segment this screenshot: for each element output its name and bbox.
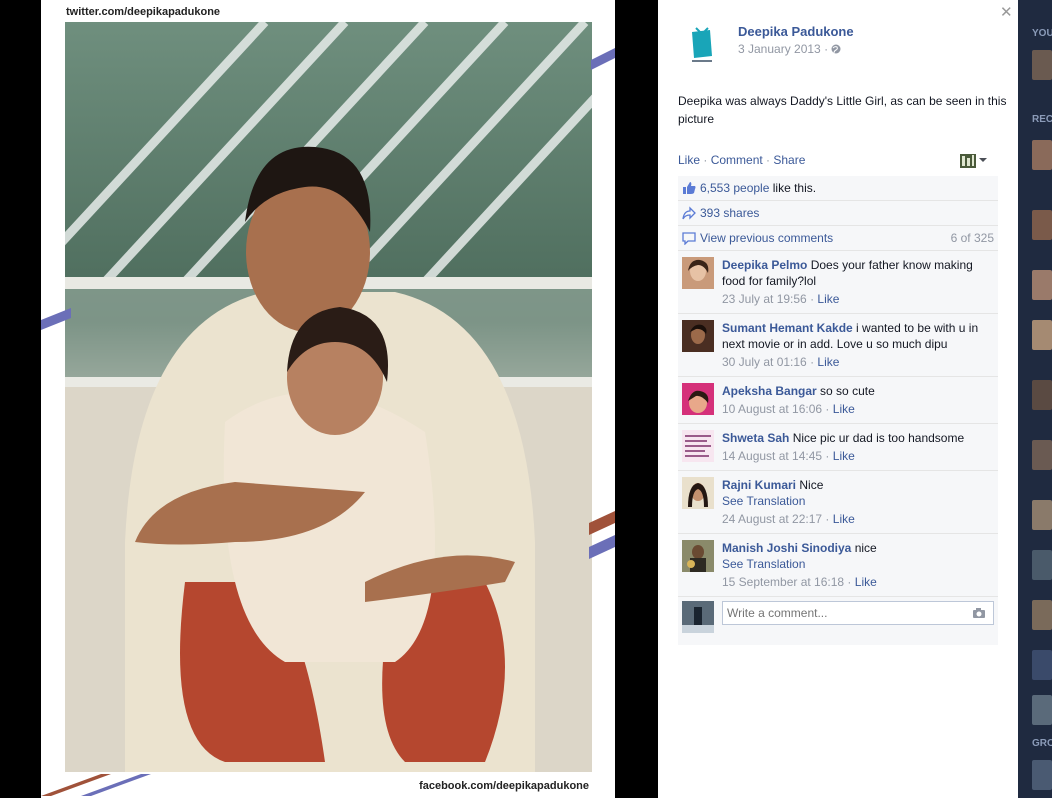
comment-like-link[interactable]: Like — [833, 402, 855, 416]
see-translation-link[interactable]: See Translation — [722, 494, 805, 508]
comment-button[interactable]: Comment — [711, 153, 763, 167]
likes-count-link[interactable]: 6,553 people — [700, 181, 769, 195]
comment-time[interactable]: 23 July at 19:56 — [722, 292, 807, 306]
post-photo[interactable] — [65, 22, 592, 772]
post-date[interactable]: 3 January 2013 — [738, 42, 821, 56]
close-icon[interactable]: ✕ — [1000, 3, 1013, 21]
rail-thumbnail[interactable] — [1032, 695, 1052, 725]
shares-row: 393 shares — [678, 201, 998, 226]
comment-text: nice — [854, 541, 877, 555]
rail-thumbnail[interactable] — [1032, 320, 1052, 350]
rail-thumbnail[interactable] — [1032, 50, 1052, 80]
write-comment-row — [678, 597, 998, 645]
comment-item: Rajni Kumari Nice See Translation 24 Aug… — [678, 471, 998, 534]
comment-avatar[interactable] — [682, 383, 714, 415]
view-previous-comments-link[interactable]: View previous comments — [700, 231, 833, 245]
comment-text: Nice — [799, 478, 824, 492]
comment-item: Deepika Pelmo Does your father know maki… — [678, 251, 998, 314]
comment-avatar[interactable] — [682, 540, 714, 572]
post-detail-panel: ✕ Deepika Padukone 3 January 2013 · Deep… — [658, 0, 1018, 798]
globe-icon[interactable] — [831, 44, 841, 54]
comment-like-link[interactable]: Like — [817, 292, 839, 306]
photo-frame: twitter.com/deepikapadukone facebook.com… — [41, 0, 615, 798]
right-sidebar-peek: YOU REC GRO — [1018, 0, 1052, 798]
post-message: Deepika was always Daddy's Little Girl, … — [678, 94, 1007, 126]
rail-thumbnail[interactable] — [1032, 650, 1052, 680]
comment-like-link[interactable]: Like — [855, 575, 877, 589]
comment-item: Shweta Sah Nice pic ur dad is too handso… — [678, 424, 998, 471]
decorative-stripe-right-bottom — [589, 511, 615, 559]
decorative-stripe-left — [41, 308, 71, 330]
comment-avatar[interactable] — [682, 257, 714, 289]
share-arrow-icon — [682, 206, 696, 220]
camera-icon[interactable] — [972, 607, 986, 619]
post-actions: Like · Comment · Share — [678, 153, 805, 167]
decorative-stripe-right-top — [591, 48, 615, 70]
page-name-link[interactable]: Deepika Padukone — [738, 24, 854, 39]
date-separator: · — [824, 42, 829, 56]
like-button[interactable]: Like — [678, 153, 700, 167]
comment-time[interactable]: 14 August at 14:45 — [722, 449, 822, 463]
see-translation-link[interactable]: See Translation — [722, 557, 805, 571]
comment-author[interactable]: Sumant Hemant Kakde — [722, 321, 853, 335]
likes-row: 6,553 people like this. — [678, 176, 998, 201]
like-thumb-icon — [683, 182, 696, 194]
decorative-stripe-bottom-left — [41, 774, 151, 796]
audience-selector-icon[interactable] — [958, 152, 988, 168]
post-timestamp[interactable]: 3 January 2013 · — [738, 42, 841, 56]
ufi-container: 6,553 people like this. 393 shares View … — [678, 176, 998, 645]
comment-avatar[interactable] — [682, 430, 714, 462]
comment-author[interactable]: Apeksha Bangar — [722, 384, 817, 398]
rail-thumbnail[interactable] — [1032, 270, 1052, 300]
rail-label-rec: REC — [1032, 114, 1052, 125]
comment-author[interactable]: Deepika Pelmo — [722, 258, 807, 272]
photo-stage: twitter.com/deepikapadukone facebook.com… — [0, 0, 658, 798]
watermark-twitter: twitter.com/deepikapadukone — [66, 6, 221, 18]
comment-text: Nice pic ur dad is too handsome — [792, 431, 965, 445]
comments-pager: 6 of 325 — [950, 231, 994, 245]
view-previous-row: View previous comments 6 of 325 — [678, 226, 998, 251]
rail-thumbnail[interactable] — [1032, 550, 1052, 580]
comment-author[interactable]: Shweta Sah — [722, 431, 789, 445]
comment-author[interactable]: Manish Joshi Sinodiya — [722, 541, 851, 555]
action-separator: · — [700, 153, 711, 167]
comment-like-link[interactable]: Like — [833, 449, 855, 463]
page-avatar[interactable] — [680, 22, 724, 66]
comment-avatar[interactable] — [682, 477, 714, 509]
rail-thumbnail[interactable] — [1032, 440, 1052, 470]
comment-bubble-icon — [682, 232, 696, 245]
shares-count-link[interactable]: 393 shares — [700, 206, 759, 220]
comment-item: Manish Joshi Sinodiya nice See Translati… — [678, 534, 998, 597]
rail-thumbnail[interactable] — [1032, 500, 1052, 530]
rail-label-you: YOU — [1032, 28, 1052, 39]
comment-avatar[interactable] — [682, 320, 714, 352]
action-separator: · — [762, 153, 774, 167]
share-button[interactable]: Share — [773, 153, 805, 167]
comment-item: Apeksha Bangar so so cute 10 August at 1… — [678, 377, 998, 424]
comment-time[interactable]: 15 September at 16:18 — [722, 575, 844, 589]
rail-label-gro: GRO — [1032, 738, 1052, 749]
comment-text: so so cute — [820, 384, 875, 398]
comment-time[interactable]: 10 August at 16:06 — [722, 402, 822, 416]
comment-time[interactable]: 24 August at 22:17 — [722, 512, 822, 526]
viewer-avatar — [682, 601, 714, 633]
rail-thumbnail[interactable] — [1032, 210, 1052, 240]
rail-thumbnail[interactable] — [1032, 140, 1052, 170]
likes-suffix: like this. — [769, 181, 817, 195]
comment-input[interactable] — [722, 601, 994, 625]
comment-like-link[interactable]: Like — [833, 512, 855, 526]
rail-thumbnail[interactable] — [1032, 600, 1052, 630]
comment-time[interactable]: 30 July at 01:16 — [722, 355, 807, 369]
comment-like-link[interactable]: Like — [817, 355, 839, 369]
comment-author[interactable]: Rajni Kumari — [722, 478, 796, 492]
comment-item: Sumant Hemant Kakde i wanted to be with … — [678, 314, 998, 377]
rail-thumbnail[interactable] — [1032, 760, 1052, 790]
rail-thumbnail[interactable] — [1032, 380, 1052, 410]
watermark-facebook: facebook.com/deepikapadukone — [419, 780, 589, 792]
